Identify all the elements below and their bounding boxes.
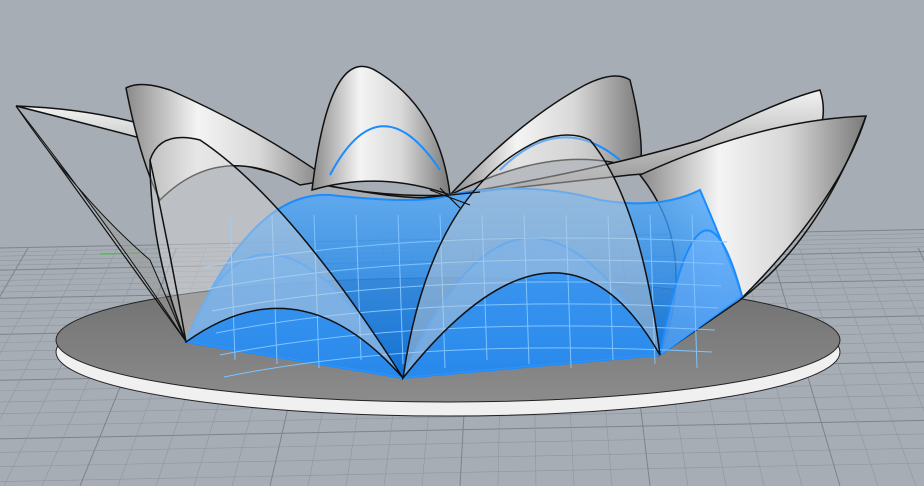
grid-line	[0, 247, 59, 355]
viewport-canvas[interactable]	[0, 0, 924, 486]
3d-viewport[interactable]	[0, 0, 924, 486]
grid-line	[828, 247, 917, 486]
grid-line	[917, 247, 924, 262]
grid-line	[858, 247, 924, 412]
shell-back-arch-2[interactable]	[311, 65, 451, 197]
grid-line	[0, 247, 29, 298]
grid-line	[0, 462, 924, 482]
